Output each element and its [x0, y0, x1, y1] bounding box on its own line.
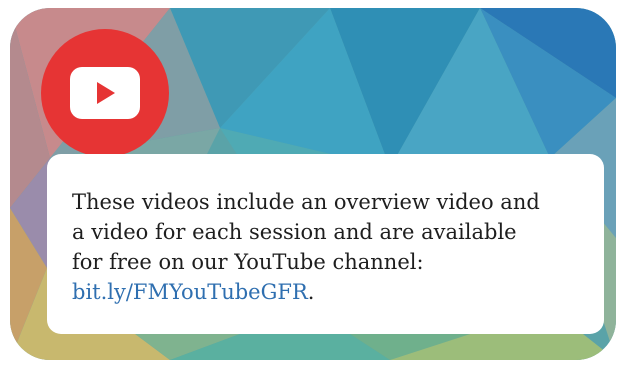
play-triangle-icon: [97, 82, 115, 104]
youtube-channel-link[interactable]: bit.ly/FMYouTubeGFR: [72, 280, 308, 304]
description-line-2: a video for each session and are availab…: [72, 220, 517, 244]
link-suffix: .: [307, 280, 315, 304]
link-line: bit.ly/FMYouTubeGFR.: [72, 277, 592, 307]
promo-card: These videos include an overview video a…: [10, 8, 616, 360]
youtube-play-button-shape: [70, 67, 140, 119]
description-box: These videos include an overview video a…: [47, 154, 604, 334]
description-line-3: for free on our YouTube channel:: [72, 250, 424, 274]
youtube-logo-icon: [41, 29, 169, 157]
description-text: These videos include an overview video a…: [72, 187, 592, 307]
description-line-1: These videos include an overview video a…: [72, 190, 540, 214]
